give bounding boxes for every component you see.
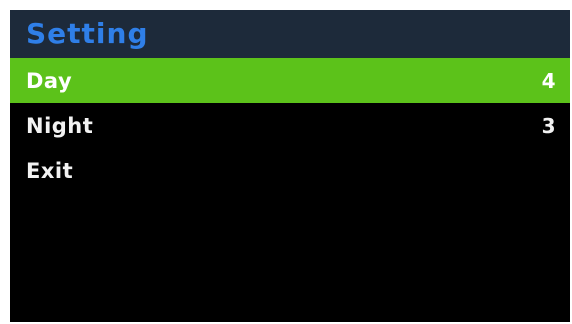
menu-item-value: 3	[541, 113, 556, 138]
menu-item-label: Exit	[26, 158, 74, 183]
menu-item-day[interactable]: Day 4	[10, 58, 570, 103]
page-title: Setting	[26, 17, 149, 50]
menu-item-label: Day	[26, 68, 73, 93]
menu-item-night[interactable]: Night 3	[10, 103, 570, 148]
settings-menu: Day 4 Night 3 Exit	[10, 58, 570, 193]
title-bar: Setting	[10, 10, 570, 58]
menu-item-exit[interactable]: Exit	[10, 148, 570, 193]
menu-item-label: Night	[26, 113, 94, 138]
settings-screen: Setting Day 4 Night 3 Exit	[10, 10, 570, 322]
menu-item-value: 4	[541, 68, 556, 93]
